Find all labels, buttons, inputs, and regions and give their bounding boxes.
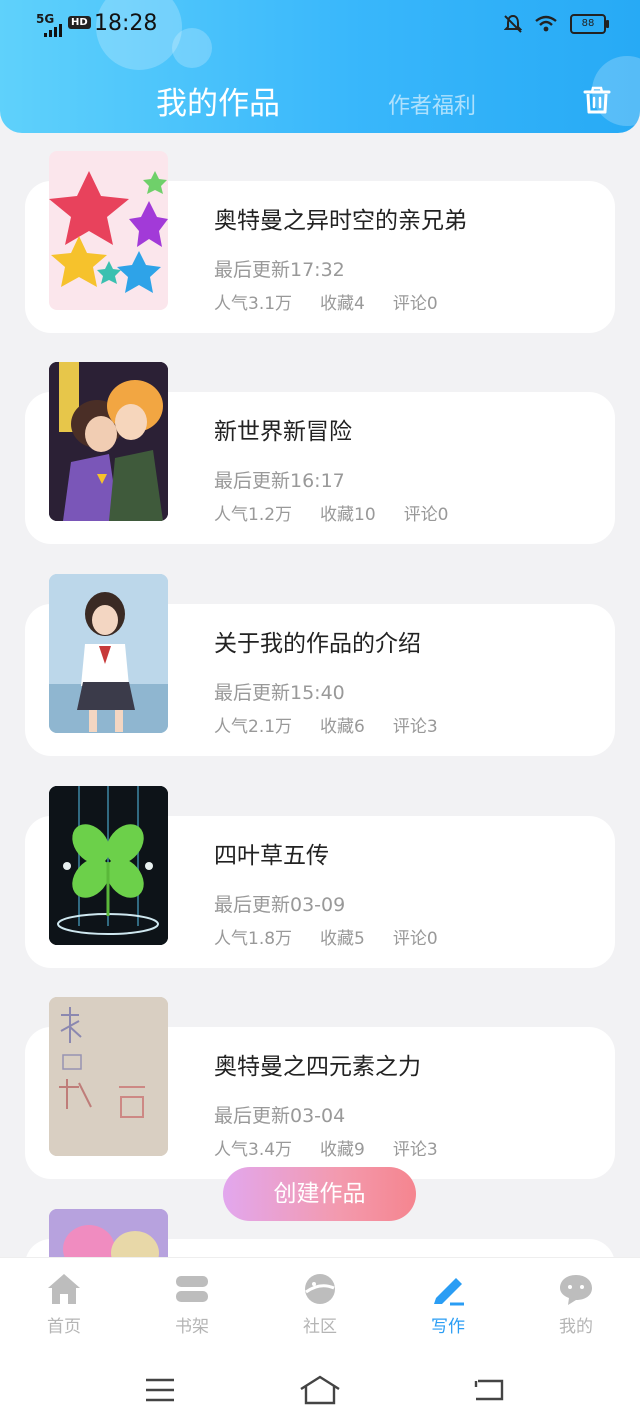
work-updated-time: 最后更新03-04 (214, 1105, 346, 1127)
nav-label-bookshelf: 书架 (175, 1317, 209, 1337)
work-updated-time: 最后更新17:32 (214, 259, 345, 281)
hd-badge: HD (68, 16, 91, 29)
work-comments: 评论0 (392, 294, 438, 314)
status-bar: 5G HD 18:28 88 (0, 8, 640, 42)
work-popularity: 人气1.2万 (214, 505, 293, 525)
nav-label-profile: 我的 (559, 1317, 593, 1337)
work-title: 关于我的作品的介绍 (214, 631, 421, 657)
nav-item-bookshelf[interactable]: 书架 (152, 1272, 232, 1337)
menu-icon[interactable] (144, 1377, 176, 1403)
nav-item-community[interactable]: 社区 (280, 1272, 360, 1337)
work-cover-image[interactable] (49, 786, 168, 945)
battery-icon: 88 (570, 14, 609, 34)
work-cover-image[interactable] (49, 151, 168, 310)
work-popularity: 人气1.8万 (214, 929, 293, 949)
nav-label-write: 写作 (431, 1317, 465, 1337)
write-icon (434, 1278, 464, 1306)
tab-my-works[interactable]: 我的作品 (156, 78, 280, 123)
work-comments: 评论0 (392, 929, 438, 949)
work-popularity: 人气3.1万 (214, 294, 293, 314)
tab-author-benefits[interactable]: 作者福利 (388, 88, 476, 120)
work-card[interactable]: 新世界新冒险 最后更新16:17 人气1.2万 收藏10 评论0 (25, 362, 615, 544)
work-updated-time: 最后更新15:40 (214, 682, 345, 704)
work-card[interactable]: 奥特曼之四元素之力 最后更新03-04 人气3.4万 收藏9 评论3 (25, 997, 615, 1179)
work-comments: 评论3 (392, 1140, 438, 1160)
work-favorites: 收藏5 (320, 929, 365, 949)
bookshelf-icon (176, 1276, 208, 1302)
community-icon (305, 1274, 335, 1304)
work-card[interactable]: 奥特曼之异时空的亲兄弟 最后更新17:32 人气3.1万 收藏4 评论0 (25, 151, 615, 333)
work-cover-image[interactable] (49, 574, 168, 733)
work-card[interactable]: 四叶草五传 最后更新03-09 人气1.8万 收藏5 评论0 (25, 786, 615, 968)
work-title: 四叶草五传 (214, 843, 329, 869)
work-card[interactable]: 关于我的作品的介绍 最后更新15:40 人气2.1万 收藏6 评论3 (25, 574, 615, 756)
nav-item-write[interactable]: 写作 (408, 1272, 488, 1337)
work-comments: 评论0 (403, 505, 449, 525)
work-cover-image[interactable] (49, 362, 168, 521)
work-favorites: 收藏9 (320, 1140, 365, 1160)
trash-icon[interactable] (581, 84, 613, 116)
nav-item-profile[interactable]: 我的 (536, 1272, 616, 1337)
back-icon[interactable] (472, 1377, 504, 1403)
work-title: 奥特曼之四元素之力 (214, 1054, 421, 1080)
nav-label-home: 首页 (47, 1317, 81, 1337)
work-favorites: 收藏6 (320, 717, 365, 737)
work-cover-image[interactable] (49, 997, 168, 1156)
bottom-nav: 首页 书架 社区 写作 我的 (0, 1257, 640, 1348)
nav-label-community: 社区 (303, 1317, 337, 1337)
work-popularity: 人气2.1万 (214, 717, 293, 737)
wifi-icon (535, 15, 557, 32)
work-favorites: 收藏10 (320, 505, 376, 525)
work-title: 奥特曼之异时空的亲兄弟 (214, 208, 467, 234)
profile-icon (560, 1275, 592, 1305)
status-time: 18:28 (94, 11, 158, 36)
home-button-icon[interactable] (299, 1375, 341, 1405)
signal-icon (44, 24, 62, 37)
work-popularity: 人气3.4万 (214, 1140, 293, 1160)
top-header: 5G HD 18:28 88 我的作品 作者福利 (0, 0, 640, 133)
work-updated-time: 最后更新03-09 (214, 894, 346, 916)
work-updated-time: 最后更新16:17 (214, 470, 345, 492)
work-title: 新世界新冒险 (214, 419, 352, 445)
work-comments: 评论3 (392, 717, 438, 737)
nav-item-home[interactable]: 首页 (24, 1272, 104, 1337)
home-icon (48, 1274, 80, 1304)
work-favorites: 收藏4 (320, 294, 365, 314)
mute-bell-icon (504, 14, 522, 33)
create-work-button[interactable]: 创建作品 (223, 1167, 416, 1221)
system-nav-bar (0, 1347, 640, 1428)
